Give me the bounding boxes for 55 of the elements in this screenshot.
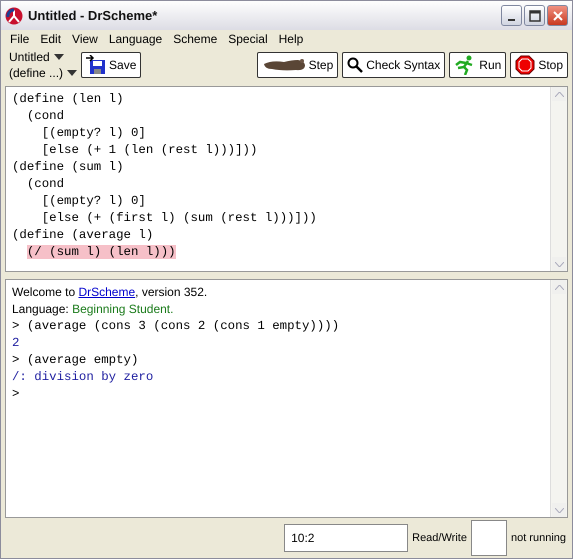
menu-item[interactable]: Scheme: [168, 32, 224, 46]
language-label: Language:: [12, 302, 70, 316]
stop-button[interactable]: Stop: [510, 52, 568, 78]
minimize-button[interactable]: [501, 5, 522, 26]
language-name: Beginning Student.: [72, 302, 174, 316]
minimize-icon: [508, 18, 515, 20]
scrollbar[interactable]: [550, 280, 567, 517]
close-button[interactable]: [547, 5, 568, 26]
prompt-symbol: >: [12, 387, 20, 401]
code-line: (define (len l): [12, 92, 124, 106]
maximize-button[interactable]: [524, 5, 545, 26]
stop-sign-icon: [515, 55, 536, 75]
floppy-disk-icon: [86, 55, 106, 75]
check-syntax-button[interactable]: Check Syntax: [342, 52, 446, 78]
cursor-position-field: 10:2: [284, 524, 408, 552]
prompt-symbol: >: [12, 319, 20, 333]
menu-item[interactable]: View: [67, 32, 104, 46]
code-line: (cond: [26, 177, 64, 191]
code-line: [(empty? l) 0]: [42, 194, 146, 208]
menu-item[interactable]: Language: [104, 32, 168, 46]
menu-item[interactable]: Special: [223, 32, 274, 46]
menu-item[interactable]: Edit: [35, 32, 68, 46]
code-line: [else (+ (first l) (sum (rest l)))])): [42, 211, 317, 225]
scrollbar[interactable]: [550, 87, 567, 271]
code-line: [else (+ 1 (len (rest l)))])): [42, 143, 258, 157]
code-line: (cond: [26, 109, 64, 123]
window-title: Untitled - DrScheme*: [28, 8, 158, 23]
input-expression: (average empty): [26, 353, 138, 367]
dropdown-arrow-icon: [67, 70, 78, 76]
close-icon: [552, 10, 564, 22]
code-line: [(empty? l) 0]: [42, 126, 146, 140]
search-icon: [347, 57, 364, 73]
menu-item[interactable]: Help: [274, 32, 310, 46]
lambda-logo-icon: [5, 6, 23, 24]
code-line: (define (average l): [12, 228, 154, 242]
prompt-symbol: >: [12, 353, 20, 367]
error-message: /: division by zero: [12, 370, 154, 384]
menu-item[interactable]: File: [5, 32, 36, 46]
welcome-message: Welcome to DrScheme, version 352.: [12, 285, 208, 299]
define-dropdown[interactable]: (define ...): [5, 66, 78, 80]
dropdown-arrow-icon: [54, 54, 64, 60]
running-status-label: not running: [510, 532, 566, 544]
save-button[interactable]: Save: [81, 52, 142, 78]
read-write-label: Read/Write: [412, 532, 467, 544]
result-value: 2: [12, 336, 20, 350]
file-dropdown[interactable]: Untitled: [5, 50, 78, 64]
interactions-panel[interactable]: Welcome to DrScheme, version 352. Language: Beginning Student. > (average (cons 3 (cons 2 (cons 1 empty)))) 2 > (average empty) /: division by zero >: [5, 279, 568, 518]
maximize-icon: [528, 10, 540, 22]
code-line: (define (sum l): [12, 160, 124, 174]
run-button[interactable]: Run: [449, 52, 506, 78]
input-expression: (average (cons 3 (cons 2 (cons 1 empty)))): [26, 319, 340, 333]
definitions-editor[interactable]: (define (len l) (cond [(empty? l) 0] [else (+ 1 (len (rest l)))])) (define (sum l) (cond [(empty? l) 0] [else (+ (first l) (sum (rest l)))])) (define (average l) (/ (sum l) (len l))): [5, 86, 568, 272]
status-indicator-box: [470, 520, 507, 556]
step-button[interactable]: Step: [256, 52, 338, 78]
drscheme-link[interactable]: DrScheme: [78, 285, 136, 299]
